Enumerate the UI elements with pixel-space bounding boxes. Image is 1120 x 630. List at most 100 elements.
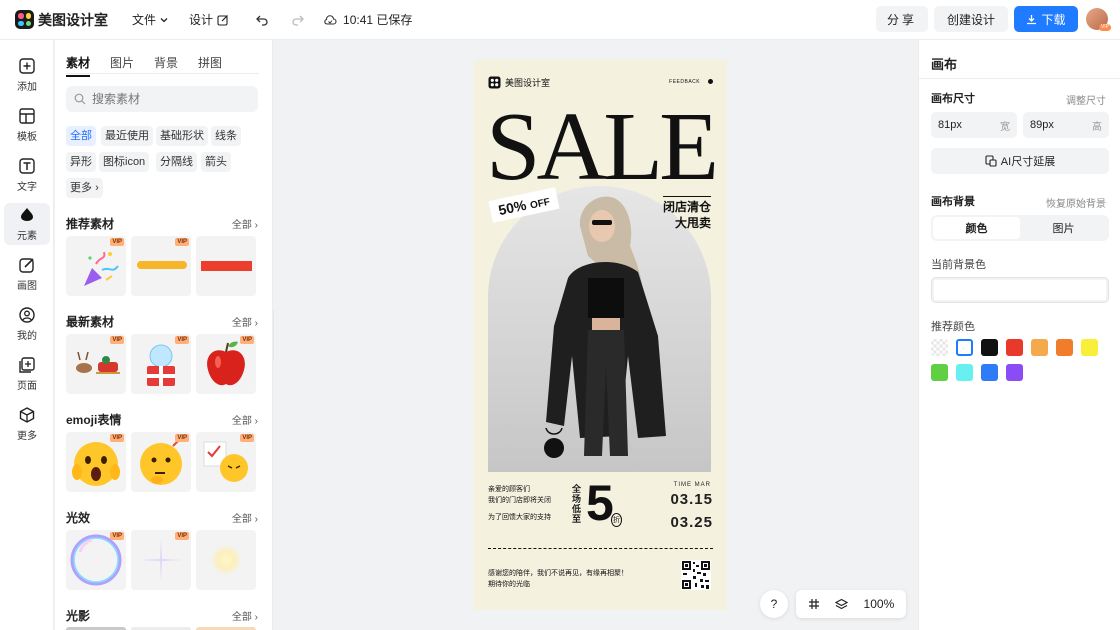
asset-bubble[interactable]: VIP xyxy=(66,530,126,590)
vip-badge: VIP xyxy=(110,238,124,246)
seg-image[interactable]: 图片 xyxy=(1020,217,1107,239)
section-all-light-shadow[interactable]: 全部 › xyxy=(232,608,258,623)
avatar[interactable]: VIP xyxy=(1086,8,1111,31)
swatch-green[interactable] xyxy=(931,364,948,381)
undo-icon[interactable] xyxy=(255,13,269,27)
swatch-yellow[interactable] xyxy=(1081,339,1098,356)
height-field[interactable]: 89px 高 xyxy=(1023,112,1109,138)
nav-mine[interactable]: 我的 xyxy=(4,303,50,345)
asset-yellow-brush[interactable]: VIP xyxy=(131,236,191,296)
asset-red-bar[interactable] xyxy=(196,236,256,296)
info-line-1: 亲爱的顾客们 xyxy=(488,486,530,493)
share-button[interactable]: 分享 xyxy=(876,6,928,32)
asset-emoji-checklist[interactable]: VIP xyxy=(196,432,256,492)
chip-dividers[interactable]: 分隔线 xyxy=(156,152,197,172)
zoom-level[interactable]: 100% xyxy=(864,597,895,611)
redo-icon[interactable] xyxy=(291,13,305,27)
chip-basic-shapes[interactable]: 基础形状 xyxy=(156,126,208,146)
seg-color[interactable]: 颜色 xyxy=(933,217,1020,239)
poster-closing-text[interactable]: 闭店清仓 大甩卖 xyxy=(662,196,711,231)
poster-brand[interactable]: 美图设计室 xyxy=(488,76,550,89)
asset-emoji-shocked[interactable]: VIP xyxy=(66,432,126,492)
nav-draw-label: 画图 xyxy=(17,281,37,292)
nav-element-label: 元素 xyxy=(17,231,37,242)
create-design-button[interactable]: 创建设计 xyxy=(934,6,1008,32)
nav-element[interactable]: 元素 xyxy=(4,203,50,245)
search-input[interactable] xyxy=(92,92,242,106)
vip-badge: VIP xyxy=(240,434,254,442)
menu-design[interactable]: 设计 xyxy=(189,11,229,28)
layers-icon[interactable] xyxy=(835,598,849,611)
asset-reindeer-sleigh[interactable]: VIP xyxy=(66,334,126,394)
nav-add[interactable]: 添加 xyxy=(4,54,50,96)
swatch-blue[interactable] xyxy=(981,364,998,381)
draw-icon xyxy=(19,258,34,273)
chip-lines[interactable]: 线条 xyxy=(211,126,241,146)
menu-file[interactable]: 文件 xyxy=(132,11,169,28)
reset-bg-link[interactable]: 恢复原始背景 xyxy=(1046,195,1106,210)
app-logo[interactable]: 美图设计室 xyxy=(15,10,108,30)
canvas-size-label: 画布尺寸 xyxy=(931,93,975,105)
poster-feedback[interactable]: FEEDBACK xyxy=(669,79,713,85)
chip-icons[interactable]: 图标icon xyxy=(99,152,150,172)
section-all-light-effects[interactable]: 全部 › xyxy=(232,510,258,525)
section-all-newest[interactable]: 全部 › xyxy=(232,314,258,329)
cloud-icon xyxy=(324,14,337,25)
ai-extend-button[interactable]: AI尺寸延展 xyxy=(931,148,1109,174)
poster-date-start[interactable]: 03.15 xyxy=(670,491,713,508)
search-box[interactable] xyxy=(66,86,258,112)
element-icon xyxy=(21,208,33,221)
section-all-emoji[interactable]: 全部 › xyxy=(232,412,258,427)
swatch-red[interactable] xyxy=(1006,339,1023,356)
asset-sparkle[interactable]: VIP xyxy=(131,530,191,590)
chip-irregular[interactable]: 异形 xyxy=(66,152,96,172)
poster-time-label[interactable]: TIME MAR xyxy=(674,482,711,488)
nav-more[interactable]: 更多 xyxy=(4,403,50,445)
poster-canvas[interactable]: 美图设计室 FEEDBACK SALE 50% OFF 闭店清仓 大甩卖 亲爱的… xyxy=(474,60,727,610)
poster-big-five[interactable]: 5 xyxy=(586,478,614,528)
nav-page[interactable]: 页面 xyxy=(4,353,50,395)
swatch-transparent[interactable] xyxy=(931,339,948,356)
vip-badge: VIP xyxy=(110,532,124,540)
chip-all[interactable]: 全部 xyxy=(66,126,96,146)
bottom-toolbar: ? 100% xyxy=(760,590,906,618)
page-add-icon xyxy=(19,357,35,373)
asset-emoji-thinking[interactable]: VIP xyxy=(131,432,191,492)
asset-apple[interactable]: VIP xyxy=(196,334,256,394)
resize-link[interactable]: 调整尺寸 xyxy=(1066,92,1106,107)
help-button[interactable]: ? xyxy=(760,590,788,618)
asset-party-popper[interactable]: VIP xyxy=(66,236,126,296)
download-button[interactable]: 下载 xyxy=(1014,6,1078,32)
poster-sale-title[interactable]: SALE xyxy=(486,98,719,196)
swatch-white[interactable] xyxy=(956,339,973,356)
swatch-black[interactable] xyxy=(981,339,998,356)
swatch-orange[interactable] xyxy=(1056,339,1073,356)
swatch-light-orange[interactable] xyxy=(1031,339,1048,356)
qr-code-icon[interactable] xyxy=(681,560,711,590)
chevron-down-icon xyxy=(160,17,168,22)
poster-dashed-divider xyxy=(488,548,713,549)
plus-square-icon xyxy=(19,58,35,74)
nav-draw[interactable]: 画图 xyxy=(4,253,50,295)
poster-whole-store[interactable]: 全场低至 xyxy=(572,484,582,524)
chip-arrows[interactable]: 箭头 xyxy=(201,152,231,172)
vip-badge: VIP xyxy=(175,532,189,540)
swatch-cyan[interactable] xyxy=(956,364,973,381)
nav-template[interactable]: 模板 xyxy=(4,104,50,146)
section-all-recommended[interactable]: 全部 › xyxy=(232,216,258,231)
chip-recent[interactable]: 最近使用 xyxy=(101,126,153,146)
chip-more[interactable]: 更多 › xyxy=(66,178,103,198)
section-all-label: 全部 xyxy=(231,318,252,329)
current-bg-swatch[interactable] xyxy=(931,277,1109,303)
nav-text[interactable]: 文字 xyxy=(4,154,50,196)
width-field[interactable]: 81px 宽 xyxy=(931,112,1017,138)
swatch-purple[interactable] xyxy=(1006,364,1023,381)
bg-type-toggle: 颜色 图片 xyxy=(931,215,1109,241)
grid-icon[interactable] xyxy=(808,598,820,610)
poster-zhe-badge[interactable]: 折 xyxy=(611,513,622,527)
asset-glow[interactable] xyxy=(196,530,256,590)
poster-footer-text[interactable]: 感谢您的陪伴，我们不说再见，有缘再相聚！ 期待你的光临 xyxy=(488,568,628,590)
poster-date-end[interactable]: 03.25 xyxy=(670,514,713,531)
asset-gift-snowglobe[interactable]: VIP xyxy=(131,334,191,394)
poster-info-text[interactable]: 亲爱的顾客们 我们的门店即将关闭 为了回馈大家的支持 xyxy=(488,484,551,523)
